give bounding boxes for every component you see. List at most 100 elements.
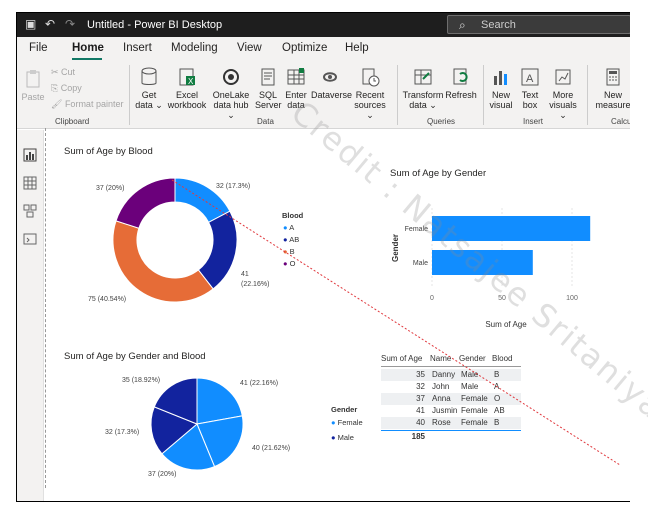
model-view-icon[interactable] (23, 204, 37, 218)
table-row[interactable]: 35 Danny Male B (381, 369, 521, 381)
dataverse-button[interactable]: Dataverse (311, 67, 353, 100)
clipboard-group-label: Clipboard (55, 117, 90, 126)
undo-icon[interactable]: ↶ (45, 17, 55, 31)
sql-server-button[interactable]: SQL Server (255, 67, 282, 110)
menu-home[interactable]: Home (72, 42, 104, 54)
dataverse-icon (323, 72, 338, 82)
legend-dot-icon: ● (283, 259, 290, 268)
pie-chart[interactable] (145, 376, 255, 476)
divider (587, 65, 588, 125)
onelake-button[interactable]: OneLake data hub ⌄ (209, 67, 253, 120)
pie-legend-male-label: Male (337, 433, 354, 442)
copy-button[interactable]: ⎘ Copy (51, 83, 82, 93)
table-cell: Female (461, 394, 488, 403)
pie-legend-female: ● Female (331, 418, 363, 427)
text-box-label-2: box (522, 100, 538, 110)
donut-chart[interactable] (105, 175, 245, 305)
donut-label-ab-value: 41 (241, 271, 249, 278)
excel-icon: X (179, 68, 195, 86)
donut-legend-item-a[interactable]: ● A (283, 223, 299, 235)
recent-icon (362, 68, 380, 87)
paste-button[interactable]: Paste (21, 69, 45, 102)
new-measure-label-2: measure (595, 100, 630, 110)
table-cell: Rose (432, 418, 451, 427)
table-header-divider (381, 366, 521, 367)
menu-file[interactable]: File (29, 42, 48, 54)
menu-insert[interactable]: Insert (123, 42, 152, 54)
recent-label-1: Recent (355, 90, 385, 100)
refresh-icon (453, 68, 468, 85)
refresh-label: Refresh (445, 90, 477, 100)
search-box[interactable]: ⌕ Search (447, 15, 630, 34)
donut-slice-o[interactable] (115, 177, 176, 229)
text-box-label-1: Text (521, 90, 539, 100)
table-header-gender[interactable]: Gender (459, 354, 486, 363)
donut-legend-item-ab[interactable]: ● AB (283, 235, 299, 247)
table-cell: 40 (416, 418, 425, 427)
legend-dot-icon: ● (283, 247, 290, 256)
svg-text:A: A (526, 73, 534, 85)
donut-slice-b[interactable] (112, 220, 214, 303)
paste-label: Paste (21, 92, 45, 102)
table-cell: Male (461, 382, 479, 391)
dax-query-view-icon[interactable] (23, 232, 37, 246)
table-total-divider (381, 430, 521, 431)
y-tick-label: Male (413, 260, 428, 267)
onelake-label-1: OneLake (212, 90, 250, 100)
divider (129, 65, 130, 125)
report-view-icon[interactable] (23, 148, 37, 162)
transform-data-button[interactable]: Transform data ⌄ (401, 67, 445, 110)
table-header-sum-of-age[interactable]: Sum of Age (381, 354, 422, 363)
dataverse-label: Dataverse (311, 90, 353, 100)
donut-label-o: 37 (20%) (96, 185, 125, 192)
cut-button[interactable]: ✂ Cut (51, 67, 75, 77)
pie-label-41: 41 (22.16%) (240, 380, 279, 387)
refresh-button[interactable]: Refresh (445, 67, 477, 100)
menu-view[interactable]: View (237, 42, 262, 54)
menu-help[interactable]: Help (345, 42, 369, 54)
get-data-button[interactable]: Get data ⌄ (135, 67, 163, 110)
new-visual-button[interactable]: New visual (487, 67, 515, 110)
table-cell: 37 (416, 394, 425, 403)
donut-legend-item-b[interactable]: ● B (283, 247, 299, 259)
table-total-value: 185 (411, 432, 425, 441)
cut-icon: ✂ (51, 67, 62, 77)
bar-chart-icon (494, 71, 507, 85)
menu-optimize[interactable]: Optimize (282, 42, 327, 54)
recent-sources-button[interactable]: Recent sources ⌄ (351, 67, 389, 120)
pie-label-32: 32 (17.3%) (105, 429, 140, 436)
table-header-name[interactable]: Name (430, 354, 451, 363)
table-cell: 41 (416, 406, 425, 415)
excel-workbook-button[interactable]: X Excel workbook (167, 67, 207, 110)
search-icon: ⌕ (459, 18, 466, 32)
table-row[interactable]: 40 Rose Female B (381, 417, 521, 429)
excel-label-2: workbook (167, 100, 207, 110)
legend-dot-icon: ● (331, 418, 338, 427)
table-row[interactable]: 37 Anna Female O (381, 393, 521, 405)
donut-legend-item-o[interactable]: ● O (283, 259, 299, 271)
format-painter-button[interactable]: 🖌 Format painter (51, 99, 123, 109)
new-measure-button[interactable]: New measure (593, 67, 630, 110)
table-cell: Female (461, 418, 488, 427)
table-cell: Female (461, 406, 488, 415)
donut-legend-title: Blood (282, 211, 304, 220)
save-icon[interactable]: ▣ (25, 17, 36, 31)
text-box-button[interactable]: A Text box (517, 67, 543, 110)
table-view-icon[interactable] (23, 176, 37, 190)
more-visuals-button[interactable]: More visuals ⌄ (545, 67, 581, 120)
table-row[interactable]: 32 John Male A (381, 381, 521, 393)
calculator-icon (606, 68, 620, 86)
table-cell: B (494, 418, 500, 427)
table-header-blood[interactable]: Blood (492, 354, 512, 363)
pie-chart-title: Sum of Age by Gender and Blood (64, 351, 206, 362)
divider (483, 65, 484, 125)
redo-icon[interactable]: ↷ (65, 17, 75, 31)
donut-legend-label: B (289, 247, 295, 256)
donut-label-b: 75 (40.54%) (88, 296, 127, 303)
pie-legend-female-label: Female (337, 418, 363, 427)
table-cell: 32 (416, 382, 425, 391)
table-cell: A (494, 382, 500, 391)
canvas-guide-line (45, 128, 46, 488)
table-row[interactable]: 41 Jusmin Female AB (381, 405, 521, 417)
menu-modeling[interactable]: Modeling (171, 42, 218, 54)
